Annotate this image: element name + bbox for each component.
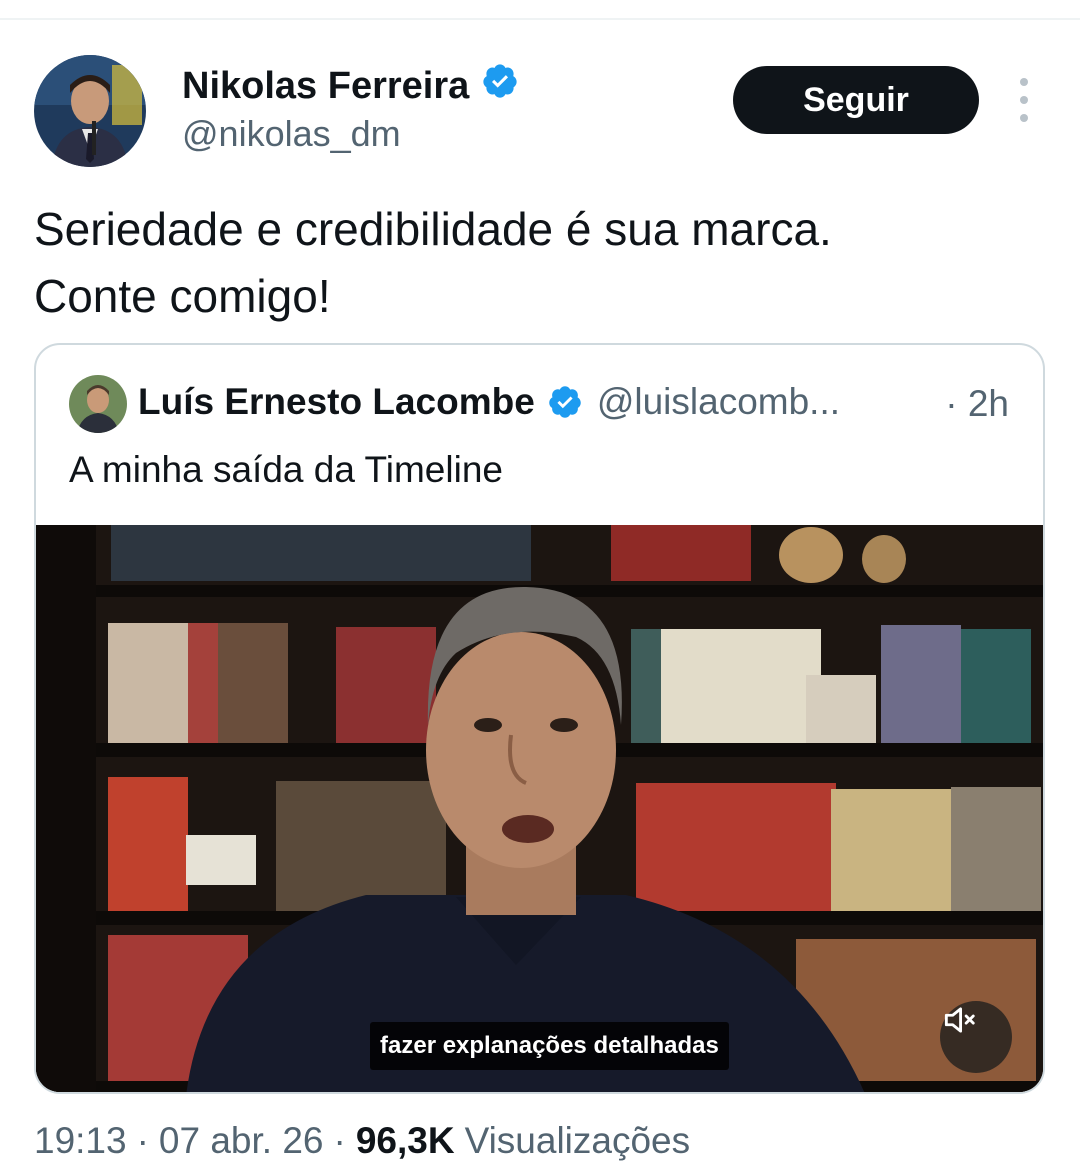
tweet-text: Seriedade e credibilidade é sua marca. C… bbox=[34, 196, 1044, 330]
quoted-tweet-card[interactable]: Luís Ernesto Lacombe @luislacomb... · 2h… bbox=[34, 343, 1045, 1094]
video-caption: fazer explanações detalhadas bbox=[370, 1022, 729, 1070]
quoted-text: A minha saída da Timeline bbox=[69, 449, 503, 490]
views-count[interactable]: 96,3K bbox=[356, 1120, 455, 1162]
quoted-header: Luís Ernesto Lacombe @luislacomb... bbox=[138, 381, 840, 423]
views-label: Visualizações bbox=[464, 1120, 691, 1161]
top-divider bbox=[0, 18, 1080, 20]
author-name-text: Nikolas Ferreira bbox=[182, 64, 470, 107]
volume-muted-icon[interactable] bbox=[940, 1001, 1012, 1073]
verified-badge-icon bbox=[481, 62, 519, 110]
quoted-timestamp[interactable]: · 2h bbox=[945, 383, 1009, 425]
meta-separator: · bbox=[333, 1120, 346, 1161]
meta-separator: · bbox=[136, 1120, 149, 1161]
tweet-text-line-1: Seriedade e credibilidade é sua marca. bbox=[34, 203, 832, 255]
tweet-text-line-2: Conte comigo! bbox=[34, 270, 331, 322]
tweet-date[interactable]: 07 abr. 26 bbox=[159, 1120, 324, 1162]
tweet-metadata: 19:13 · 07 abr. 26 · 96,3K Visualizações bbox=[34, 1120, 690, 1162]
follow-button[interactable]: Seguir bbox=[733, 66, 979, 134]
quoted-author-avatar[interactable] bbox=[69, 375, 127, 433]
quoted-author-name[interactable]: Luís Ernesto Lacombe bbox=[138, 381, 535, 423]
quoted-author-handle[interactable]: @luislacomb... bbox=[597, 381, 840, 423]
author-avatar[interactable] bbox=[34, 55, 146, 167]
verified-badge-icon bbox=[547, 384, 583, 420]
video-frame bbox=[36, 525, 1043, 1092]
author-name[interactable]: Nikolas Ferreira bbox=[182, 62, 519, 110]
video-player[interactable]: fazer explanações detalhadas bbox=[36, 525, 1043, 1092]
author-handle[interactable]: @nikolas_dm bbox=[182, 113, 401, 155]
tweet-time[interactable]: 19:13 bbox=[34, 1120, 127, 1162]
more-vertical-icon[interactable] bbox=[1008, 78, 1040, 122]
